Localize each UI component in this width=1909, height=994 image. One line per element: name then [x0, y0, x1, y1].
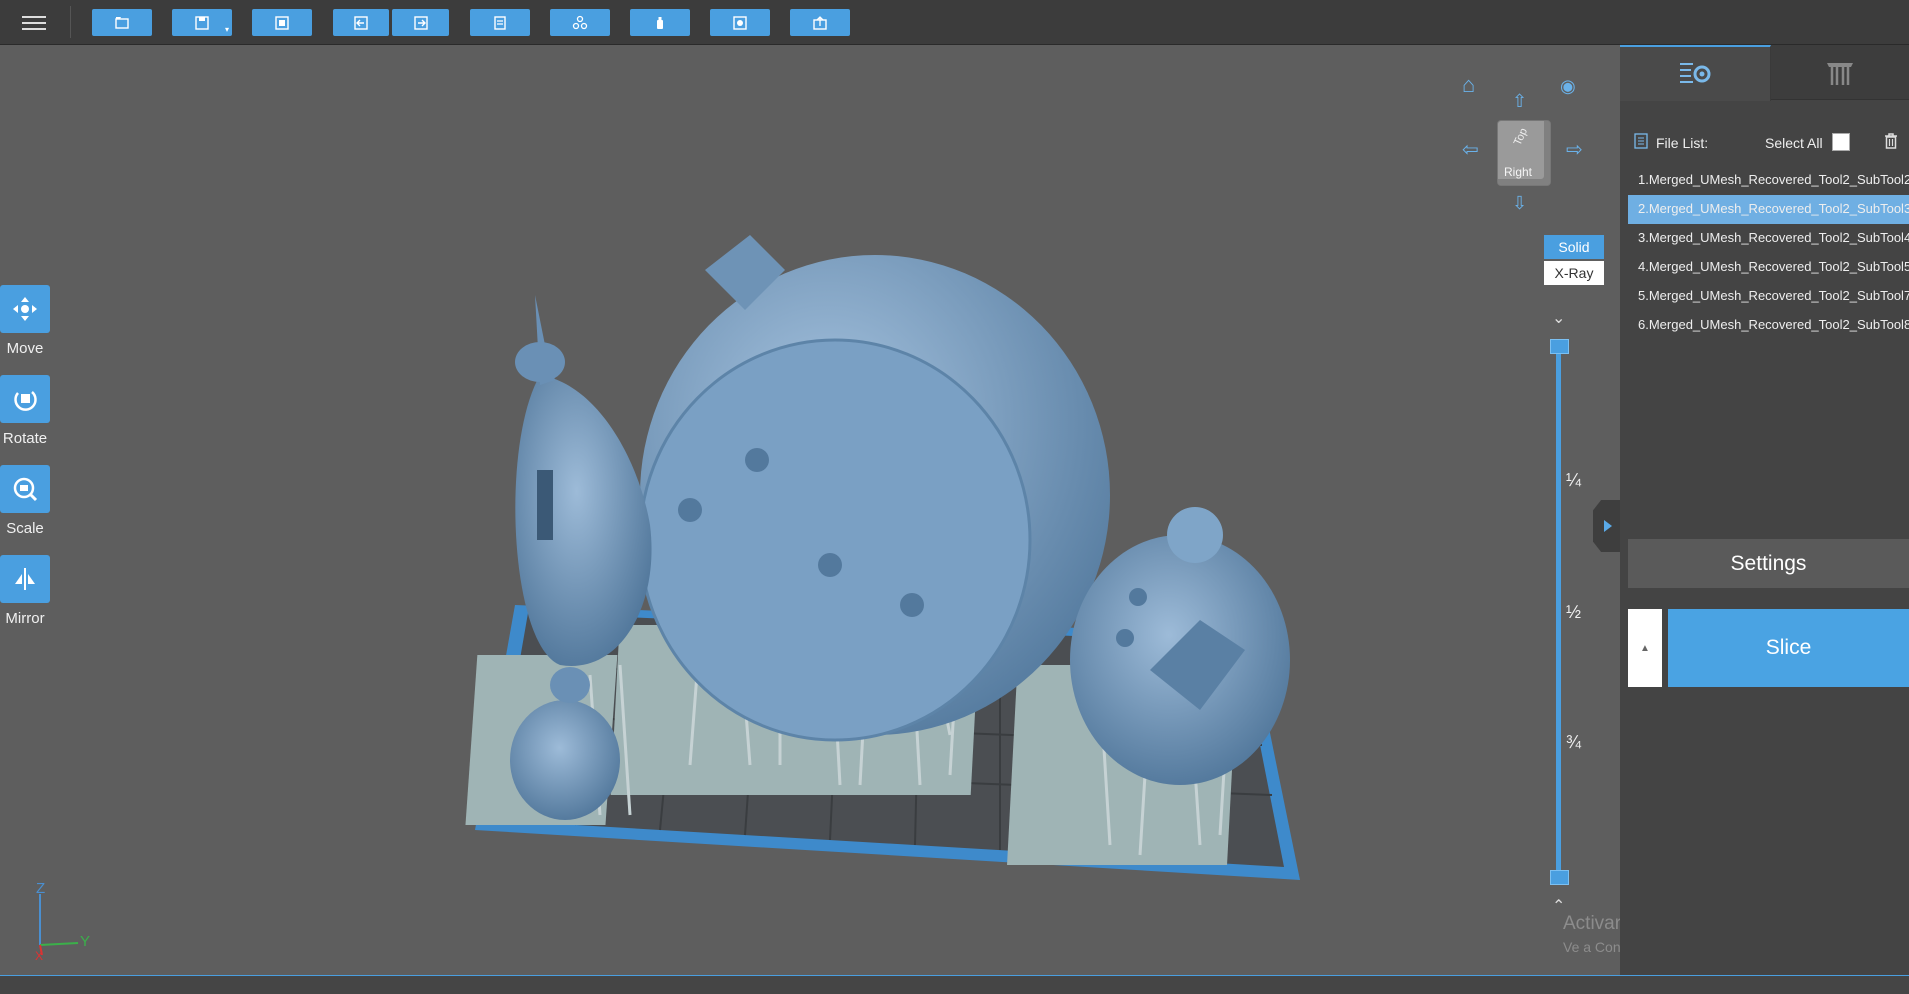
build-plate-scene[interactable] [0, 45, 1620, 975]
export-button[interactable] [790, 9, 850, 36]
arrow-up-icon[interactable]: ⇧ [1512, 92, 1527, 110]
file-list-item[interactable]: 5.Merged_UMesh_Recovered_Tool2_SubTool7. [1628, 282, 1909, 311]
arrange-icon [572, 15, 588, 29]
axis-z-label: Z [36, 880, 45, 897]
hamburger-icon[interactable] [22, 12, 46, 32]
chevron-down-icon[interactable]: ⌄ [1552, 308, 1565, 328]
move-label: Move [6, 340, 44, 357]
top-toolbar: ▾ [0, 0, 1909, 45]
layer-slider-top-handle[interactable] [1550, 339, 1569, 354]
move-icon[interactable] [0, 285, 50, 333]
panel-collapse-tab[interactable] [1593, 500, 1620, 552]
frame-icon [275, 15, 289, 30]
arrange-button[interactable] [550, 9, 610, 36]
hollow-button[interactable] [710, 9, 770, 36]
file-list-icon [1634, 133, 1648, 149]
file-list-header: File List: Select All [1634, 131, 1909, 155]
cube-top-face[interactable]: Top [1512, 126, 1530, 147]
model-figure-left[interactable] [515, 375, 652, 666]
move-tool[interactable]: Move [0, 285, 50, 357]
slider-mark-three-quarter: ¾ [1566, 732, 1582, 752]
arrow-left-icon[interactable]: ⇦ [1462, 140, 1479, 160]
file-list-item[interactable]: 6.Merged_UMesh_Recovered_Tool2_SubTool8. [1628, 311, 1909, 340]
file-list: 1.Merged_UMesh_Recovered_Tool2_SubTool2.… [1628, 166, 1909, 340]
home-icon[interactable]: ⌂ [1462, 74, 1475, 96]
export-icon [813, 15, 827, 30]
arrow-down-icon[interactable]: ⇩ [1512, 194, 1527, 212]
layout-button[interactable] [470, 9, 530, 36]
cube-right-face[interactable]: Right [1504, 165, 1532, 179]
select-all-checkbox[interactable] [1832, 133, 1850, 151]
layer-slider-bottom-handle[interactable] [1550, 870, 1569, 885]
axis-y-label: Y [80, 933, 90, 950]
list-settings-icon [1680, 63, 1711, 83]
open-file-button[interactable] [92, 9, 152, 36]
eye-icon[interactable]: ◉ [1560, 77, 1576, 95]
file-list-item[interactable]: 3.Merged_UMesh_Recovered_Tool2_SubTool4. [1628, 224, 1909, 253]
trash-icon[interactable] [1882, 131, 1900, 151]
document-icon [494, 15, 506, 30]
scale-icon[interactable] [0, 465, 50, 513]
fit-view-button[interactable] [252, 9, 312, 36]
right-panel: File List: Select All 1.Merged_UMesh_Rec… [1620, 45, 1909, 975]
save-button[interactable]: ▾ [172, 9, 232, 36]
caret-up-icon: ▲ [1640, 642, 1650, 654]
scale-tool[interactable]: Scale [0, 465, 50, 537]
status-bar [0, 975, 1909, 994]
slice-button[interactable]: Slice [1668, 609, 1909, 687]
save-icon [195, 15, 209, 30]
axis-indicator: Z Y X [35, 880, 90, 960]
tab-supports[interactable] [1771, 45, 1909, 100]
rotate-icon[interactable] [0, 375, 50, 423]
arrow-right-icon[interactable]: ⇨ [1566, 140, 1583, 160]
support-button[interactable] [630, 9, 690, 36]
solid-mode-button[interactable]: Solid [1544, 235, 1604, 259]
slider-mark-quarter: ¼ [1566, 470, 1582, 490]
file-list-label: File List: [1656, 135, 1709, 151]
settings-button[interactable]: Settings [1628, 539, 1909, 588]
slider-mark-half: ½ [1566, 602, 1582, 622]
chevron-down-icon[interactable]: ▾ [225, 25, 229, 34]
3d-viewport[interactable] [0, 45, 1620, 975]
select-all-label: Select All [1765, 135, 1823, 151]
scale-label: Scale [6, 520, 44, 537]
mirror-label: Mirror [5, 610, 45, 627]
hollow-icon [733, 15, 747, 30]
toolbar-divider [70, 6, 71, 38]
undo-button[interactable] [333, 9, 389, 36]
slice-options-button[interactable]: ▲ [1628, 609, 1662, 687]
file-list-item[interactable]: 4.Merged_UMesh_Recovered_Tool2_SubTool5. [1628, 253, 1909, 282]
redo-button[interactable] [392, 9, 449, 36]
mirror-icon[interactable] [0, 555, 50, 603]
bottle-icon [657, 16, 663, 29]
view-cube[interactable]: Top Right [1497, 120, 1551, 186]
play-right-icon [1603, 520, 1612, 532]
file-list-item-selected[interactable]: 2.Merged_UMesh_Recovered_Tool2_SubTool3. [1628, 195, 1909, 224]
undo-icon [354, 15, 368, 30]
axis-x-label: X [35, 949, 43, 960]
supports-icon [1827, 63, 1853, 85]
xray-mode-button[interactable]: X-Ray [1544, 261, 1604, 285]
layer-slider-track[interactable] [1556, 345, 1561, 877]
tab-print-settings[interactable] [1620, 45, 1771, 101]
folder-icon [115, 16, 129, 29]
model-wheel[interactable] [510, 700, 620, 820]
redo-icon [413, 15, 428, 30]
rotate-tool[interactable]: Rotate [0, 375, 50, 447]
mirror-tool[interactable]: Mirror [0, 555, 50, 627]
rotate-label: Rotate [2, 430, 48, 447]
file-list-item[interactable]: 1.Merged_UMesh_Recovered_Tool2_SubTool2. [1628, 166, 1909, 195]
